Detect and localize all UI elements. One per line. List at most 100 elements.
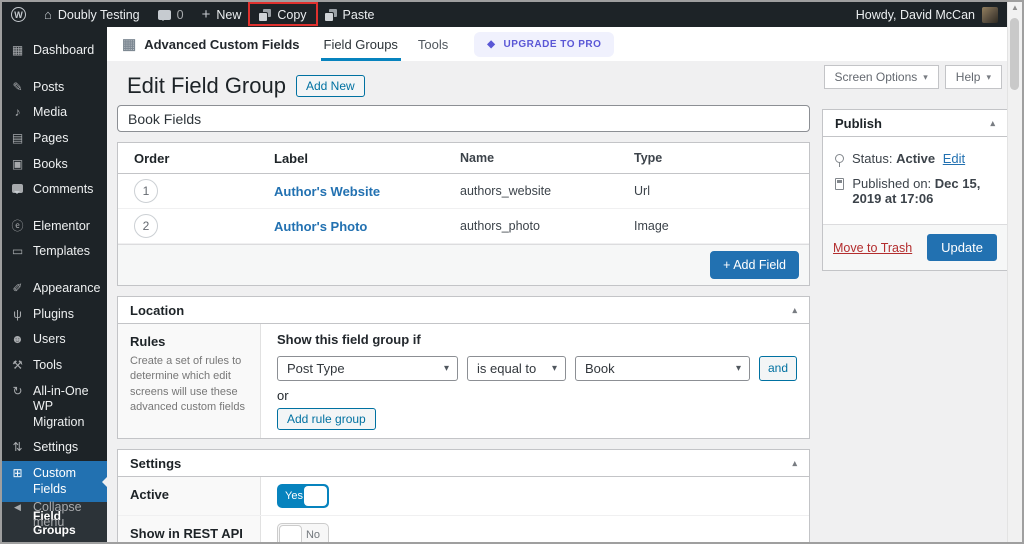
sidebar-item-label: Media: [33, 105, 68, 120]
active-menu-notch: [97, 476, 107, 487]
sidebar-item-tools[interactable]: ⚒ Tools: [2, 353, 107, 379]
field-group-title-input[interactable]: [117, 105, 810, 132]
field-order-handle[interactable]: 1: [134, 179, 158, 203]
sidebar-item-label: Custom Fields: [33, 466, 77, 496]
rules-title: Rules: [130, 334, 166, 349]
main-content: ▦ Advanced Custom Fields Field Groups To…: [107, 27, 1008, 542]
new-content-link[interactable]: + New: [193, 2, 251, 27]
media-icon: ♪: [14, 105, 21, 120]
account-menu[interactable]: Howdy, David McCan: [846, 6, 1008, 23]
move-to-trash-link[interactable]: Move to Trash: [833, 241, 912, 255]
add-rule-group-button[interactable]: Add rule group: [277, 408, 376, 430]
site-name-link[interactable]: ⌂ Doubly Testing: [35, 2, 149, 27]
rest-api-toggle[interactable]: No: [277, 523, 329, 542]
site-name: Doubly Testing: [57, 7, 140, 22]
settings-panel-header[interactable]: Settings ▴: [118, 450, 809, 477]
sidebar-item-label: All-in-One WP Migration: [33, 383, 89, 429]
wordpress-menu[interactable]: W: [2, 2, 35, 27]
panel-collapse-icon: ▴: [792, 457, 797, 468]
show-if-label: Show this field group if: [277, 332, 421, 347]
copy-button[interactable]: Copy: [248, 2, 318, 27]
admin-sidebar: ▦ Dashboard ✎ Posts ♪ Media ▤ Pages ▣ Bo…: [2, 27, 107, 542]
sidebar-item-settings[interactable]: ⇅ Settings: [2, 435, 107, 461]
collapse-menu-button[interactable]: ◀ Collapse menu: [2, 495, 107, 536]
page-title-row: Edit Field Group Add New: [127, 73, 365, 99]
screen-options-button[interactable]: Screen Options ▾: [823, 65, 939, 89]
comments-icon: [157, 9, 171, 21]
publish-panel-header[interactable]: Publish ▴: [823, 110, 1007, 137]
field-label-link[interactable]: Author's Photo: [274, 219, 367, 234]
admin-bar: W ⌂ Doubly Testing 0 + New Copy Paste Ho…: [2, 2, 1008, 27]
rule-operator-select[interactable]: is equal to ▾: [467, 356, 566, 381]
field-name: authors_photo: [460, 219, 540, 233]
or-label: or: [277, 388, 289, 403]
tab-field-groups[interactable]: Field Groups: [314, 27, 408, 61]
help-button[interactable]: Help ▾: [944, 65, 1002, 89]
and-button[interactable]: and: [759, 356, 798, 381]
upgrade-to-pro-button[interactable]: ◆ UPGRADE TO PRO: [474, 31, 615, 57]
pages-icon: ▤: [11, 130, 24, 145]
migration-icon: ↻: [12, 383, 23, 398]
rule-param-select[interactable]: Post Type ▾: [277, 356, 458, 381]
editor-column: Order Label Name Type 1 Author's Website…: [117, 105, 810, 542]
scroll-up-icon[interactable]: ▲: [1008, 2, 1022, 16]
sidebar-item-posts[interactable]: ✎ Posts: [2, 75, 107, 101]
sidebar-item-users[interactable]: ☻ Users: [2, 327, 107, 353]
paste-button[interactable]: Paste: [316, 2, 384, 27]
sidebar-item-templates[interactable]: ▭ Templates: [2, 239, 107, 265]
sidebar-item-books[interactable]: ▣ Books: [2, 152, 107, 178]
scrollbar-thumb[interactable]: [1010, 18, 1019, 90]
rules-control-column: Show this field group if Post Type ▾ is …: [261, 324, 813, 438]
paste-icon: [324, 8, 337, 21]
help-label: Help: [955, 70, 981, 84]
tools-icon: ⚒: [12, 357, 23, 372]
published-line: Published on: Dec 15, 2019 at 17:06: [835, 176, 995, 206]
column-header-order: Order: [134, 150, 170, 166]
rule-param-value: Post Type: [287, 361, 345, 376]
sidebar-item-label: Users: [33, 332, 66, 347]
toggle-on-label: Yes: [285, 490, 303, 502]
rule-operator-value: is equal to: [477, 361, 537, 376]
location-panel-header[interactable]: Location ▴: [118, 297, 809, 324]
sidebar-item-label: Dashboard: [33, 43, 95, 57]
toggle-off-label: No: [305, 529, 320, 541]
window-scrollbar[interactable]: ▲: [1007, 2, 1022, 542]
dashboard-icon: ▦: [11, 43, 24, 57]
update-button[interactable]: Update: [927, 234, 997, 261]
sidebar-item-media[interactable]: ♪ Media: [2, 100, 107, 126]
field-order-handle[interactable]: 2: [134, 214, 158, 238]
status-line: Status: Active Edit: [835, 151, 995, 167]
add-new-button[interactable]: Add New: [295, 75, 365, 98]
chevron-down-icon: ▾: [735, 363, 741, 374]
sidebar-item-plugins[interactable]: ψ Plugins: [2, 302, 107, 328]
panel-collapse-icon: ▴: [990, 117, 995, 128]
tab-tools[interactable]: Tools: [408, 27, 458, 61]
field-label-link[interactable]: Author's Website: [274, 184, 380, 199]
field-name: authors_website: [460, 184, 552, 198]
toggle-knob: [279, 525, 302, 542]
add-field-button[interactable]: + Add Field: [710, 251, 799, 279]
sidebar-item-appearance[interactable]: ✐ Appearance: [2, 276, 107, 302]
sidebar-item-dashboard[interactable]: ▦ Dashboard: [2, 38, 107, 64]
plugins-icon: ψ: [13, 306, 22, 321]
wordpress-admin-window: W ⌂ Doubly Testing 0 + New Copy Paste Ho…: [0, 0, 1024, 544]
sidebar-item-comments[interactable]: Comments: [2, 177, 107, 203]
posts-icon: ✎: [12, 79, 23, 94]
collapse-menu-icon: ◀: [14, 501, 21, 512]
edit-status-link[interactable]: Edit: [943, 151, 965, 166]
field-type: Url: [634, 184, 650, 198]
sidebar-item-migration[interactable]: ↻ All-in-One WP Migration: [2, 379, 107, 436]
sidebar-item-label: Pages: [33, 130, 69, 145]
sidebar-item-pages[interactable]: ▤ Pages: [2, 126, 107, 152]
sidebar-item-elementor[interactable]: ⓔ Elementor: [2, 214, 107, 240]
new-label: New: [216, 7, 242, 22]
active-toggle[interactable]: Yes: [277, 484, 329, 508]
rule-value-select[interactable]: Book ▾: [575, 356, 750, 381]
wordpress-logo-icon: W: [11, 7, 26, 22]
chevron-down-icon: ▾: [923, 71, 928, 82]
comments-link[interactable]: 0: [149, 2, 193, 27]
chevron-down-icon: ▾: [986, 71, 991, 82]
fields-table-header: Order Label Name Type: [118, 143, 809, 174]
gem-icon: ◆: [487, 38, 496, 50]
sidebar-item-label: Elementor: [33, 218, 90, 233]
